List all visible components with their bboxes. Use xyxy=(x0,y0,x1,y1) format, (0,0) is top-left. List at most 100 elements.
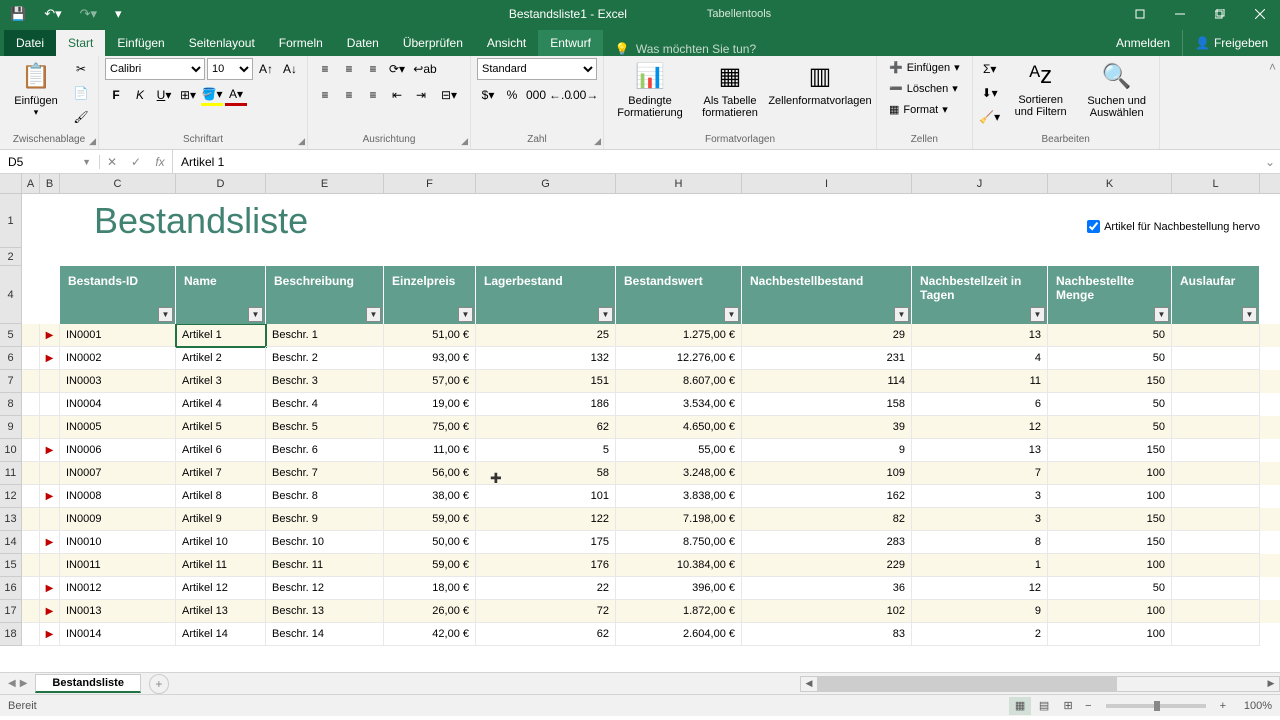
column-header-D[interactable]: D xyxy=(176,174,266,193)
table-cell[interactable]: IN0012 xyxy=(60,577,176,600)
table-cell[interactable]: 42,00 € xyxy=(384,623,476,646)
format-as-table-button[interactable]: ▦Als Tabelle formatieren xyxy=(694,58,766,123)
table-cell[interactable] xyxy=(40,393,60,416)
table-cell[interactable]: Beschr. 2 xyxy=(266,347,384,370)
tab-ueberpruefen[interactable]: Überprüfen xyxy=(391,30,475,56)
table-cell[interactable]: 55,00 € xyxy=(616,439,742,462)
row-header-2[interactable]: 2 xyxy=(0,248,22,266)
table-cell[interactable]: 151 xyxy=(476,370,616,393)
table-cell[interactable]: Beschr. 3 xyxy=(266,370,384,393)
row-header-12[interactable]: 12 xyxy=(0,485,22,508)
table-cell[interactable]: 93,00 € xyxy=(384,347,476,370)
column-header-F[interactable]: F xyxy=(384,174,476,193)
table-cell[interactable]: 231 xyxy=(742,347,912,370)
table-cell[interactable]: ▶ xyxy=(40,623,60,646)
table-cell[interactable]: 19,00 € xyxy=(384,393,476,416)
enter-formula-button[interactable]: ✓ xyxy=(124,150,148,174)
table-cell[interactable]: Beschr. 1 xyxy=(266,324,384,347)
table-cell[interactable]: ▶ xyxy=(40,324,60,347)
formula-input[interactable]: Artikel 1 xyxy=(173,155,1260,169)
table-cell[interactable]: 176 xyxy=(476,554,616,577)
table-cell[interactable]: 150 xyxy=(1048,439,1172,462)
table-cell[interactable] xyxy=(40,462,60,485)
decrease-indent-button[interactable]: ⇤ xyxy=(386,84,408,106)
table-cell[interactable] xyxy=(22,531,40,554)
table-cell[interactable]: 59,00 € xyxy=(384,508,476,531)
table-cell[interactable]: 7.198,00 € xyxy=(616,508,742,531)
tab-entwurf[interactable]: Entwurf xyxy=(538,30,603,56)
table-cell[interactable]: IN0010 xyxy=(60,531,176,554)
table-cell[interactable] xyxy=(1172,462,1260,485)
table-cell[interactable]: 36 xyxy=(742,577,912,600)
table-cell[interactable]: Artikel 12 xyxy=(176,577,266,600)
table-cell[interactable] xyxy=(40,554,60,577)
table-cell[interactable]: Beschr. 11 xyxy=(266,554,384,577)
table-cell[interactable]: 26,00 € xyxy=(384,600,476,623)
table-cell[interactable]: Artikel 9 xyxy=(176,508,266,531)
row-header-14[interactable]: 14 xyxy=(0,531,22,554)
orientation-button[interactable]: ⟳▾ xyxy=(386,58,408,80)
table-cell[interactable] xyxy=(22,416,40,439)
row-header-8[interactable]: 8 xyxy=(0,393,22,416)
table-cell[interactable]: 72 xyxy=(476,600,616,623)
column-header-L[interactable]: L xyxy=(1172,174,1260,193)
table-cell[interactable]: 56,00 € xyxy=(384,462,476,485)
table-cell[interactable]: Beschr. 9 xyxy=(266,508,384,531)
tab-daten[interactable]: Daten xyxy=(335,30,391,56)
align-right-button[interactable]: ≡ xyxy=(362,84,384,106)
table-cell[interactable] xyxy=(22,393,40,416)
table-cell[interactable]: 158 xyxy=(742,393,912,416)
number-launcher[interactable]: ◢ xyxy=(594,136,601,147)
table-cell[interactable] xyxy=(1172,347,1260,370)
table-cell[interactable]: 1.275,00 € xyxy=(616,324,742,347)
normal-view-button[interactable]: ▦ xyxy=(1009,697,1031,715)
table-cell[interactable]: IN0005 xyxy=(60,416,176,439)
table-cell[interactable]: 150 xyxy=(1048,531,1172,554)
minimize-icon[interactable] xyxy=(1160,0,1200,28)
column-header-K[interactable]: K xyxy=(1048,174,1172,193)
alignment-launcher[interactable]: ◢ xyxy=(461,136,468,147)
zoom-out-button[interactable]: − xyxy=(1081,700,1095,712)
insert-cells-button[interactable]: ➕Einfügen ▾ xyxy=(883,58,966,77)
table-cell[interactable]: IN0014 xyxy=(60,623,176,646)
number-format-select[interactable]: Standard xyxy=(477,58,597,80)
tab-nav-prev[interactable]: ◀ xyxy=(8,678,16,689)
table-cell[interactable]: IN0001 xyxy=(60,324,176,347)
table-cell[interactable] xyxy=(22,600,40,623)
table-cell[interactable]: ▶ xyxy=(40,439,60,462)
table-cell[interactable]: Artikel 2 xyxy=(176,347,266,370)
table-header[interactable]: Auslaufar▼ xyxy=(1172,266,1260,324)
column-header-J[interactable]: J xyxy=(912,174,1048,193)
bold-button[interactable]: F xyxy=(105,84,127,106)
table-cell[interactable]: 39 xyxy=(742,416,912,439)
column-header-B[interactable]: B xyxy=(40,174,60,193)
scroll-thumb[interactable] xyxy=(817,677,1117,691)
table-cell[interactable]: 75,00 € xyxy=(384,416,476,439)
tab-datei[interactable]: Datei xyxy=(4,30,56,56)
table-cell[interactable]: 2 xyxy=(912,623,1048,646)
row-header-11[interactable]: 11 xyxy=(0,462,22,485)
table-cell[interactable]: 100 xyxy=(1048,485,1172,508)
table-cell[interactable] xyxy=(1172,439,1260,462)
table-cell[interactable]: IN0003 xyxy=(60,370,176,393)
align-top-button[interactable]: ≡ xyxy=(314,58,336,80)
undo-icon[interactable]: ↶▾ xyxy=(38,4,67,24)
table-cell[interactable]: 11 xyxy=(912,370,1048,393)
table-row[interactable]: ▶IN0008Artikel 8Beschr. 838,00 €1013.838… xyxy=(22,485,1280,508)
table-cell[interactable] xyxy=(1172,393,1260,416)
table-header[interactable]: Beschreibung▼ xyxy=(266,266,384,324)
table-cell[interactable]: Artikel 4 xyxy=(176,393,266,416)
table-cell[interactable]: Artikel 10 xyxy=(176,531,266,554)
table-row[interactable]: IN0004Artikel 4Beschr. 419,00 €1863.534,… xyxy=(22,393,1280,416)
table-cell[interactable] xyxy=(22,462,40,485)
percent-button[interactable]: % xyxy=(501,84,523,106)
table-row[interactable]: ▶IN0010Artikel 10Beschr. 1050,00 €1758.7… xyxy=(22,531,1280,554)
table-cell[interactable]: 25 xyxy=(476,324,616,347)
table-cell[interactable]: 8 xyxy=(912,531,1048,554)
row-header-9[interactable]: 9 xyxy=(0,416,22,439)
table-cell[interactable]: 109 xyxy=(742,462,912,485)
horizontal-scrollbar[interactable]: ◀ ▶ xyxy=(800,676,1280,692)
autosum-button[interactable]: Σ▾ xyxy=(979,58,1001,80)
sort-filter-button[interactable]: ᴬzSortieren und Filtern xyxy=(1005,58,1077,122)
table-cell[interactable]: 50 xyxy=(1048,577,1172,600)
